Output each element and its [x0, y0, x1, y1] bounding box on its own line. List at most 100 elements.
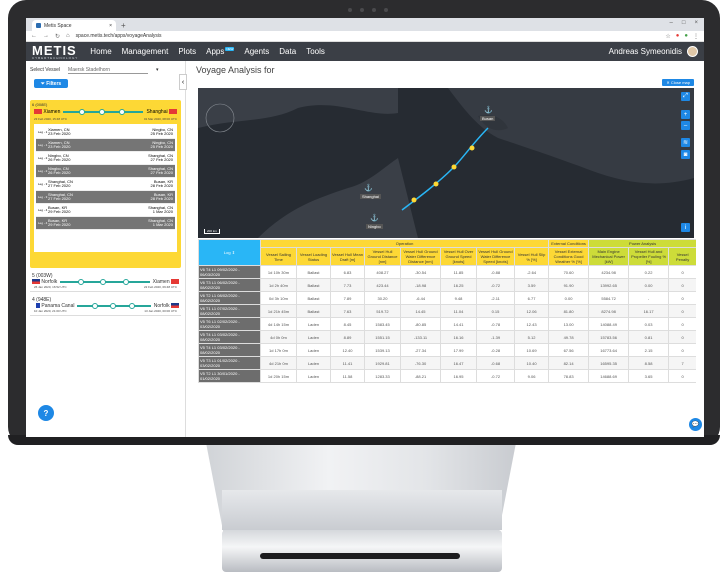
stand-hinge — [222, 490, 502, 530]
table-row[interactable]: V5 T4 L1 03/02/2020 - 08/02/2020 4d 0h 0m… — [198, 330, 696, 344]
close-map-button[interactable]: ✕ Close map — [662, 79, 694, 86]
flag-icon — [32, 303, 40, 309]
col-log[interactable]: Log ⇕ — [198, 239, 261, 266]
table-row[interactable]: V5 T6 L1 02/02/2020 - 03/02/2020 4d 14h 1… — [198, 317, 696, 331]
table-cell: -0.78 — [476, 317, 515, 331]
column-header[interactable]: Vessel Hull Mean Draft [m] — [330, 247, 365, 266]
help-button[interactable]: ? — [38, 405, 54, 421]
table-cell: 0 — [668, 278, 696, 292]
column-header[interactable]: Vessel Hull Slip % [%] — [513, 247, 550, 266]
column-header[interactable]: Vessel Penalty — [668, 247, 696, 266]
column-header[interactable]: Vessel Hull and Propeller Fouling % [%] — [628, 247, 670, 266]
table-cell: 11.04 — [440, 304, 477, 318]
table-row[interactable]: V6 T4 L1 09/02/2020 - 06/03/2020 1d 10h 3… — [198, 265, 696, 279]
leg-item[interactable]: Leg - 4 Busan, KR 29 Feb 2020 Shanghai, C… — [36, 204, 175, 217]
filters-button[interactable]: ⏷ Filters — [34, 79, 68, 88]
chat-icon[interactable]: 💬 — [689, 418, 702, 431]
table-cell: 12.40 — [330, 343, 365, 357]
vessel-select[interactable]: Maersk Stadelhorn — [68, 67, 149, 74]
menu-icon[interactable]: ⋮ — [693, 33, 699, 40]
table-cell: 4d 0h 0m — [260, 330, 297, 344]
table-cell: Ballast — [296, 265, 331, 279]
leg-item[interactable]: Leg - 3 Shanghai, CN 27 Feb 2020 Busan, K… — [36, 191, 175, 204]
map-label-shanghai: Shanghai — [360, 194, 381, 199]
window-controls: – □ × — [670, 20, 698, 26]
table-row[interactable]: V5 T3 L1 01/02/2020 - 03/02/2020 4d 21h 0… — [198, 356, 696, 370]
column-header[interactable]: Vessel Loading Status — [296, 247, 331, 266]
leg-item[interactable]: Leg - 4 Busan, KR 29 Feb 2020 Shanghai, C… — [36, 217, 175, 230]
table-row[interactable]: V6 T1 L1 07/02/2020 - 08/02/2020 1d 21h 4… — [198, 304, 696, 318]
url-field[interactable]: space.metis.tech/apps/voyageAnalysis — [76, 33, 660, 39]
table-row[interactable]: V6 T3 L1 06/02/2020 - 08/02/2020 1d 2h 40… — [198, 278, 696, 292]
leg-number: Leg - 3 — [38, 182, 48, 186]
voyage-end: 22 Feb 2020, 09:48 UTC — [143, 285, 177, 289]
column-header[interactable]: Vessel Hull Over Ground Speed [knots] — [440, 247, 477, 266]
leg-item[interactable]: Leg - 2 Ningbo, CN 26 Feb 2020 Shanghai, … — [36, 165, 175, 178]
log-cell: V6 T3 L1 06/02/2020 - 08/02/2020 — [198, 278, 261, 292]
voyage-map[interactable]: Busan Shanghai Ningbo ⚓ ⚓ ⚓ 200 km ⤢ + –… — [198, 88, 694, 238]
collapse-sidebar-icon[interactable]: ‹ — [179, 74, 187, 90]
new-tab-icon[interactable]: + — [121, 20, 126, 31]
table-cell: 91.90 — [548, 278, 590, 292]
column-header[interactable]: Vessel Sailing Time — [260, 247, 297, 266]
nav-apps[interactable]: Apps NEW — [206, 47, 235, 56]
home-icon[interactable]: ⌂ — [66, 33, 70, 39]
voyage-card[interactable]: 5 (003W) Norfolk Xiamen 26 Jan 2020, 16:… — [30, 271, 181, 292]
table-row[interactable]: V5 T2 L1 30/01/2020 - 01/02/2020 1d 20h 1… — [198, 369, 696, 383]
extension-icon[interactable]: ● — [684, 33, 688, 40]
close-tab-icon[interactable]: × — [109, 23, 112, 29]
leg-item[interactable]: Leg - 3 Shanghai, CN 27 Feb 2020 Busan, K… — [36, 178, 175, 191]
leg-from: Xiamen, CN 23 Feb 2020 — [48, 140, 111, 150]
favicon-icon — [36, 23, 41, 28]
nav-agents[interactable]: Agents — [244, 47, 269, 56]
column-header[interactable]: Vessel External Conditions Good Weather … — [548, 247, 590, 266]
user-menu[interactable]: Andreas Symeonidis — [609, 46, 698, 57]
zoom-in-icon[interactable]: + — [681, 110, 690, 119]
main-nav: Home Management Plots Apps NEW Agents Dat… — [90, 47, 325, 56]
voyage-card-active[interactable]: 6 (008E) Xiamen Shanghai 23 Feb 2020, 15… — [30, 100, 181, 268]
leg-number: Leg - 1 — [38, 130, 48, 134]
leg-from: Xiamen, CN 23 Feb 2020 — [48, 127, 111, 137]
fullscreen-icon[interactable]: ⤢ — [681, 92, 690, 101]
voyage-card[interactable]: 4 (948E) Panama Canal Norfolk 10 Jan 202… — [30, 295, 181, 316]
column-header[interactable]: Vessel Hull Ground Water Difference Spee… — [476, 247, 515, 266]
zoom-out-icon[interactable]: – — [681, 121, 690, 130]
minimize-icon[interactable]: – — [670, 20, 673, 26]
nav-data[interactable]: Data — [279, 47, 296, 56]
column-header[interactable]: Vessel Hull Ground Distance [nm] — [364, 247, 401, 266]
column-header[interactable]: Vessel Hull Ground Water Difference Dist… — [400, 247, 441, 266]
info-button[interactable]: i — [681, 223, 690, 232]
log-cell: V6 T2 L1 08/02/2020 - 08/02/2020 — [198, 291, 261, 305]
leg-item[interactable]: Leg - 1 Xiamen, CN 23 Feb 2020 Ningbo, CN… — [36, 139, 175, 152]
nav-management[interactable]: Management — [122, 47, 169, 56]
close-window-icon[interactable]: × — [694, 20, 698, 26]
table-cell: 10.40 — [513, 356, 550, 370]
star-icon[interactable]: ☆ — [665, 33, 670, 40]
leg-to-date: 27 Feb 2020 — [150, 170, 173, 175]
table-cell: 14.45 — [400, 304, 441, 318]
camera-icon[interactable]: ◙ — [681, 150, 690, 159]
column-header[interactable]: Main Engine Mechanical Power [kW] — [588, 247, 630, 266]
logo[interactable]: METIS CYBERTECHNOLOGY — [32, 44, 78, 60]
maximize-icon[interactable]: □ — [682, 20, 686, 26]
browser-tab[interactable]: Metis Space × — [32, 20, 116, 31]
table-row[interactable]: V5 T4 L1 03/02/2020 - 08/02/2020 1d 17h 0… — [198, 343, 696, 357]
extensions: ☆ ● ● ⋮ — [665, 33, 699, 40]
reload-icon[interactable]: ↻ — [55, 33, 60, 40]
table-cell: 0.15 — [476, 304, 515, 318]
layers-icon[interactable]: ≋ — [681, 138, 690, 147]
leg-to: Ningbo, CN 25 Feb 2020 — [111, 140, 173, 150]
table-row[interactable]: V6 T2 L1 08/02/2020 - 08/02/2020 0d 3h 10… — [198, 291, 696, 305]
forward-icon[interactable]: → — [43, 33, 49, 39]
nav-tools[interactable]: Tools — [306, 47, 325, 56]
nav-plots[interactable]: Plots — [178, 47, 196, 56]
leg-number: Leg - 3 — [38, 195, 48, 199]
extension-icon[interactable]: ● — [676, 33, 680, 40]
table-cell: 82.14 — [548, 356, 590, 370]
leg-list: Leg - 1 Xiamen, CN 23 Feb 2020 Ningbo, CN… — [34, 124, 177, 252]
leg-item[interactable]: Leg - 2 Ningbo, CN 26 Feb 2020 Shanghai, … — [36, 152, 175, 165]
route-point — [451, 164, 457, 170]
back-icon[interactable]: ← — [31, 33, 37, 39]
leg-item[interactable]: Leg - 1 Xiamen, CN 23 Feb 2020 Ningbo, CN… — [36, 126, 175, 139]
nav-home[interactable]: Home — [90, 47, 111, 56]
